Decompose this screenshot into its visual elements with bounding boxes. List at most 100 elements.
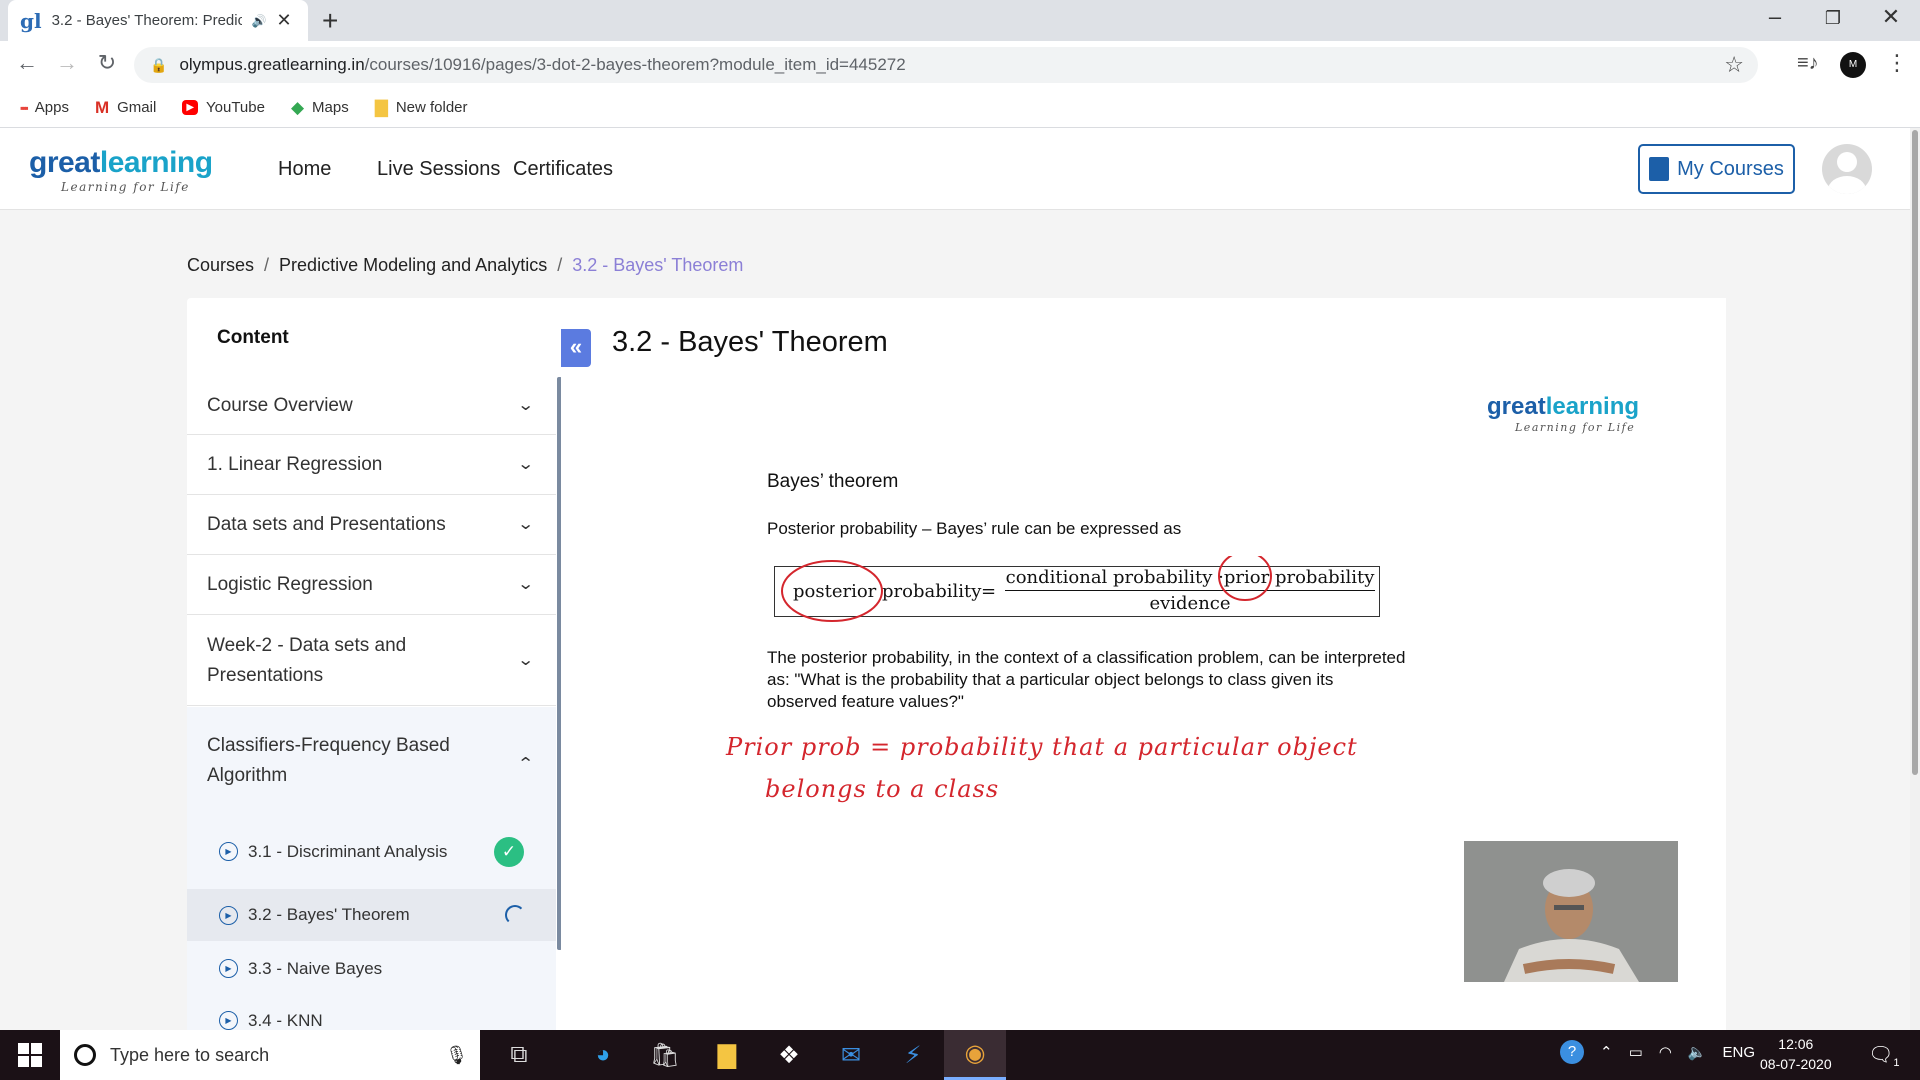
page-scrollbar-thumb[interactable] [1912,130,1918,775]
new-tab-button[interactable]: + [322,5,338,37]
close-window-button[interactable]: ✕ [1868,4,1914,30]
reload-icon[interactable]: ↻ [92,50,122,76]
module-course-overview[interactable]: Course Overview ⌄ [187,377,556,435]
profile-avatar[interactable]: M [1840,52,1866,78]
logo-word-b: learning [1545,393,1640,420]
bookmark-label: YouTube [206,99,265,116]
logo-tagline: Learning for Life [61,180,190,194]
lesson-label: 3.4 - KNN [248,1011,323,1030]
nav-live-sessions[interactable]: Live Sessions [377,158,500,181]
chevron-down-icon: ⌄ [516,456,535,473]
instructor-video-thumbnail[interactable] [1464,841,1678,982]
chevron-up-icon[interactable]: ⌃ [1600,1043,1613,1061]
module-label: Data sets and Presentations [207,514,446,535]
audio-playing-icon[interactable]: 🔊 [252,14,267,28]
chevron-down-icon: ⌄ [516,516,535,533]
microphone-icon[interactable]: 🎙 [445,1045,468,1066]
play-circle-icon: ▶ [219,1011,238,1030]
forward-arrow-icon[interactable]: → [52,50,82,76]
back-arrow-icon[interactable]: ← [12,50,42,76]
logo-word-a: great [29,146,100,179]
wifi-icon[interactable]: ◠ [1659,1043,1672,1061]
lesson-3-3[interactable]: ▶ 3.3 - Naive Bayes [187,941,556,996]
chevron-down-icon: ⌄ [516,576,535,593]
battery-icon[interactable]: ▭ [1629,1043,1643,1061]
play-circle-icon: ▶ [219,959,238,978]
notification-center-icon[interactable]: 🗨1 [1868,1042,1900,1069]
handwritten-note-line-1: Prior prob = probability that a particul… [726,733,1358,761]
slide-paragraph: The posterior probability, in the contex… [767,648,1406,711]
vscode-icon[interactable]: ⚡ [882,1030,944,1080]
store-icon[interactable]: 🛍 [634,1030,696,1080]
lesson-3-4[interactable]: ▶ 3.4 - KNN [187,996,556,1030]
lesson-label: 3.2 - Bayes' Theorem [248,905,410,924]
module-linear-regression[interactable]: 1. Linear Regression ⌄ [187,436,556,495]
close-tab-icon[interactable]: ✕ [277,10,292,31]
lesson-3-2[interactable]: ▶ 3.2 - Bayes' Theorem [187,889,556,941]
slide-posterior-line: Posterior probability – Bayes’ rule can … [767,519,1182,538]
dropbox-icon[interactable]: ❖ [758,1030,820,1080]
chevron-down-icon: ⌄ [516,396,535,414]
collapse-sidebar-button[interactable]: « [561,329,591,367]
folder-icon: ▇ [374,97,388,117]
taskbar-search-box[interactable]: Type here to search 🎙 [60,1030,480,1080]
slide-heading: Bayes’ theorem [767,471,899,492]
my-courses-button[interactable]: My Courses [1638,144,1795,194]
bookmark-new-folder[interactable]: ▇ New folder [375,98,468,118]
breadcrumb-course[interactable]: Predictive Modeling and Analytics [279,255,547,276]
module-week2-data-sets[interactable]: Week-2 - Data sets and Presentations ⌄ [187,616,556,706]
file-explorer-icon[interactable]: ▇ [696,1030,758,1080]
bookmark-apps[interactable]: ▪▪▪ Apps [20,99,69,116]
nav-home[interactable]: Home [278,158,331,181]
breadcrumb-courses[interactable]: Courses [187,255,254,276]
task-view-icon[interactable]: ⧉ [488,1030,550,1080]
lesson-label: 3.1 - Discriminant Analysis [248,841,448,861]
lock-icon[interactable]: 🔒 [150,57,167,74]
media-control-icon[interactable]: ≡♪ [1797,52,1819,75]
module-label: 1. Linear Regression [207,454,383,475]
logo-word-a: great [1487,393,1546,420]
greatlearning-logo[interactable]: greatlearning Learning for Life [29,146,213,194]
edge-browser-icon[interactable]: ◕ [572,1030,634,1080]
volume-icon[interactable]: 🔈 [1688,1043,1707,1061]
browser-menu-icon[interactable]: ⋮ [1886,50,1908,76]
restore-window-button[interactable]: ❐ [1810,8,1856,29]
module-data-sets[interactable]: Data sets and Presentations ⌄ [187,496,556,555]
apps-grid-icon: ▪▪▪ [20,100,29,115]
user-avatar[interactable] [1822,144,1872,194]
handwritten-note-line-2: belongs to a class [765,775,1000,803]
maps-icon: ◆ [290,97,305,117]
youtube-icon: ▶ [182,100,199,115]
module-label: Classifiers-Frequency Based Algorithm [207,734,450,786]
breadcrumb-current: 3.2 - Bayes' Theorem [572,255,744,275]
minimize-window-button[interactable]: – [1752,4,1798,30]
address-bar[interactable]: 🔒 olympus.greatlearning.in /courses/1091… [134,47,1758,83]
bookmark-youtube[interactable]: ▶ YouTube [182,99,265,116]
windows-start-icon[interactable] [18,1043,42,1067]
sidebar-heading: Content [217,327,289,348]
bookmark-star-icon[interactable]: ☆ [1724,52,1744,78]
play-circle-icon: ▶ [219,842,238,861]
help-icon[interactable]: ? [1560,1040,1584,1064]
mail-icon[interactable]: ✉ [820,1030,882,1080]
bookmark-label: Apps [34,99,69,116]
bookmark-gmail[interactable]: M Gmail [95,98,156,118]
taskbar-clock[interactable]: 12:06 08-07-2020 [1760,1034,1832,1074]
chevron-up-icon: ⌄ [516,752,535,770]
module-logistic-regression[interactable]: Logistic Regression ⌄ [187,556,556,615]
module-classifiers[interactable]: Classifiers-Frequency Based Algorithm ⌄ [187,707,556,814]
search-placeholder: Type here to search [110,1044,270,1065]
module-label: Week-2 - Data sets and Presentations [207,634,407,686]
browser-tab[interactable]: gl 3.2 - Bayes' Theorem: Predict 🔊 ✕ [8,0,308,41]
nav-certificates[interactable]: Certificates [513,158,613,181]
system-tray: ? ⌃ ▭ ◠ 🔈 ENG [1560,1040,1755,1064]
notification-count: 1 [1893,1057,1900,1069]
chrome-taskbar-icon[interactable]: ◉ [944,1030,1006,1080]
breadcrumb: Courses / Predictive Modeling and Analyt… [187,255,743,276]
url-host: olympus.greatlearning.in [179,55,365,74]
language-indicator[interactable]: ENG [1723,1044,1756,1061]
breadcrumb-separator: / [557,255,563,275]
bookmark-maps[interactable]: ◆ Maps [291,98,349,118]
clock-date: 08-07-2020 [1760,1056,1832,1072]
in-progress-spinner-icon [505,905,525,925]
